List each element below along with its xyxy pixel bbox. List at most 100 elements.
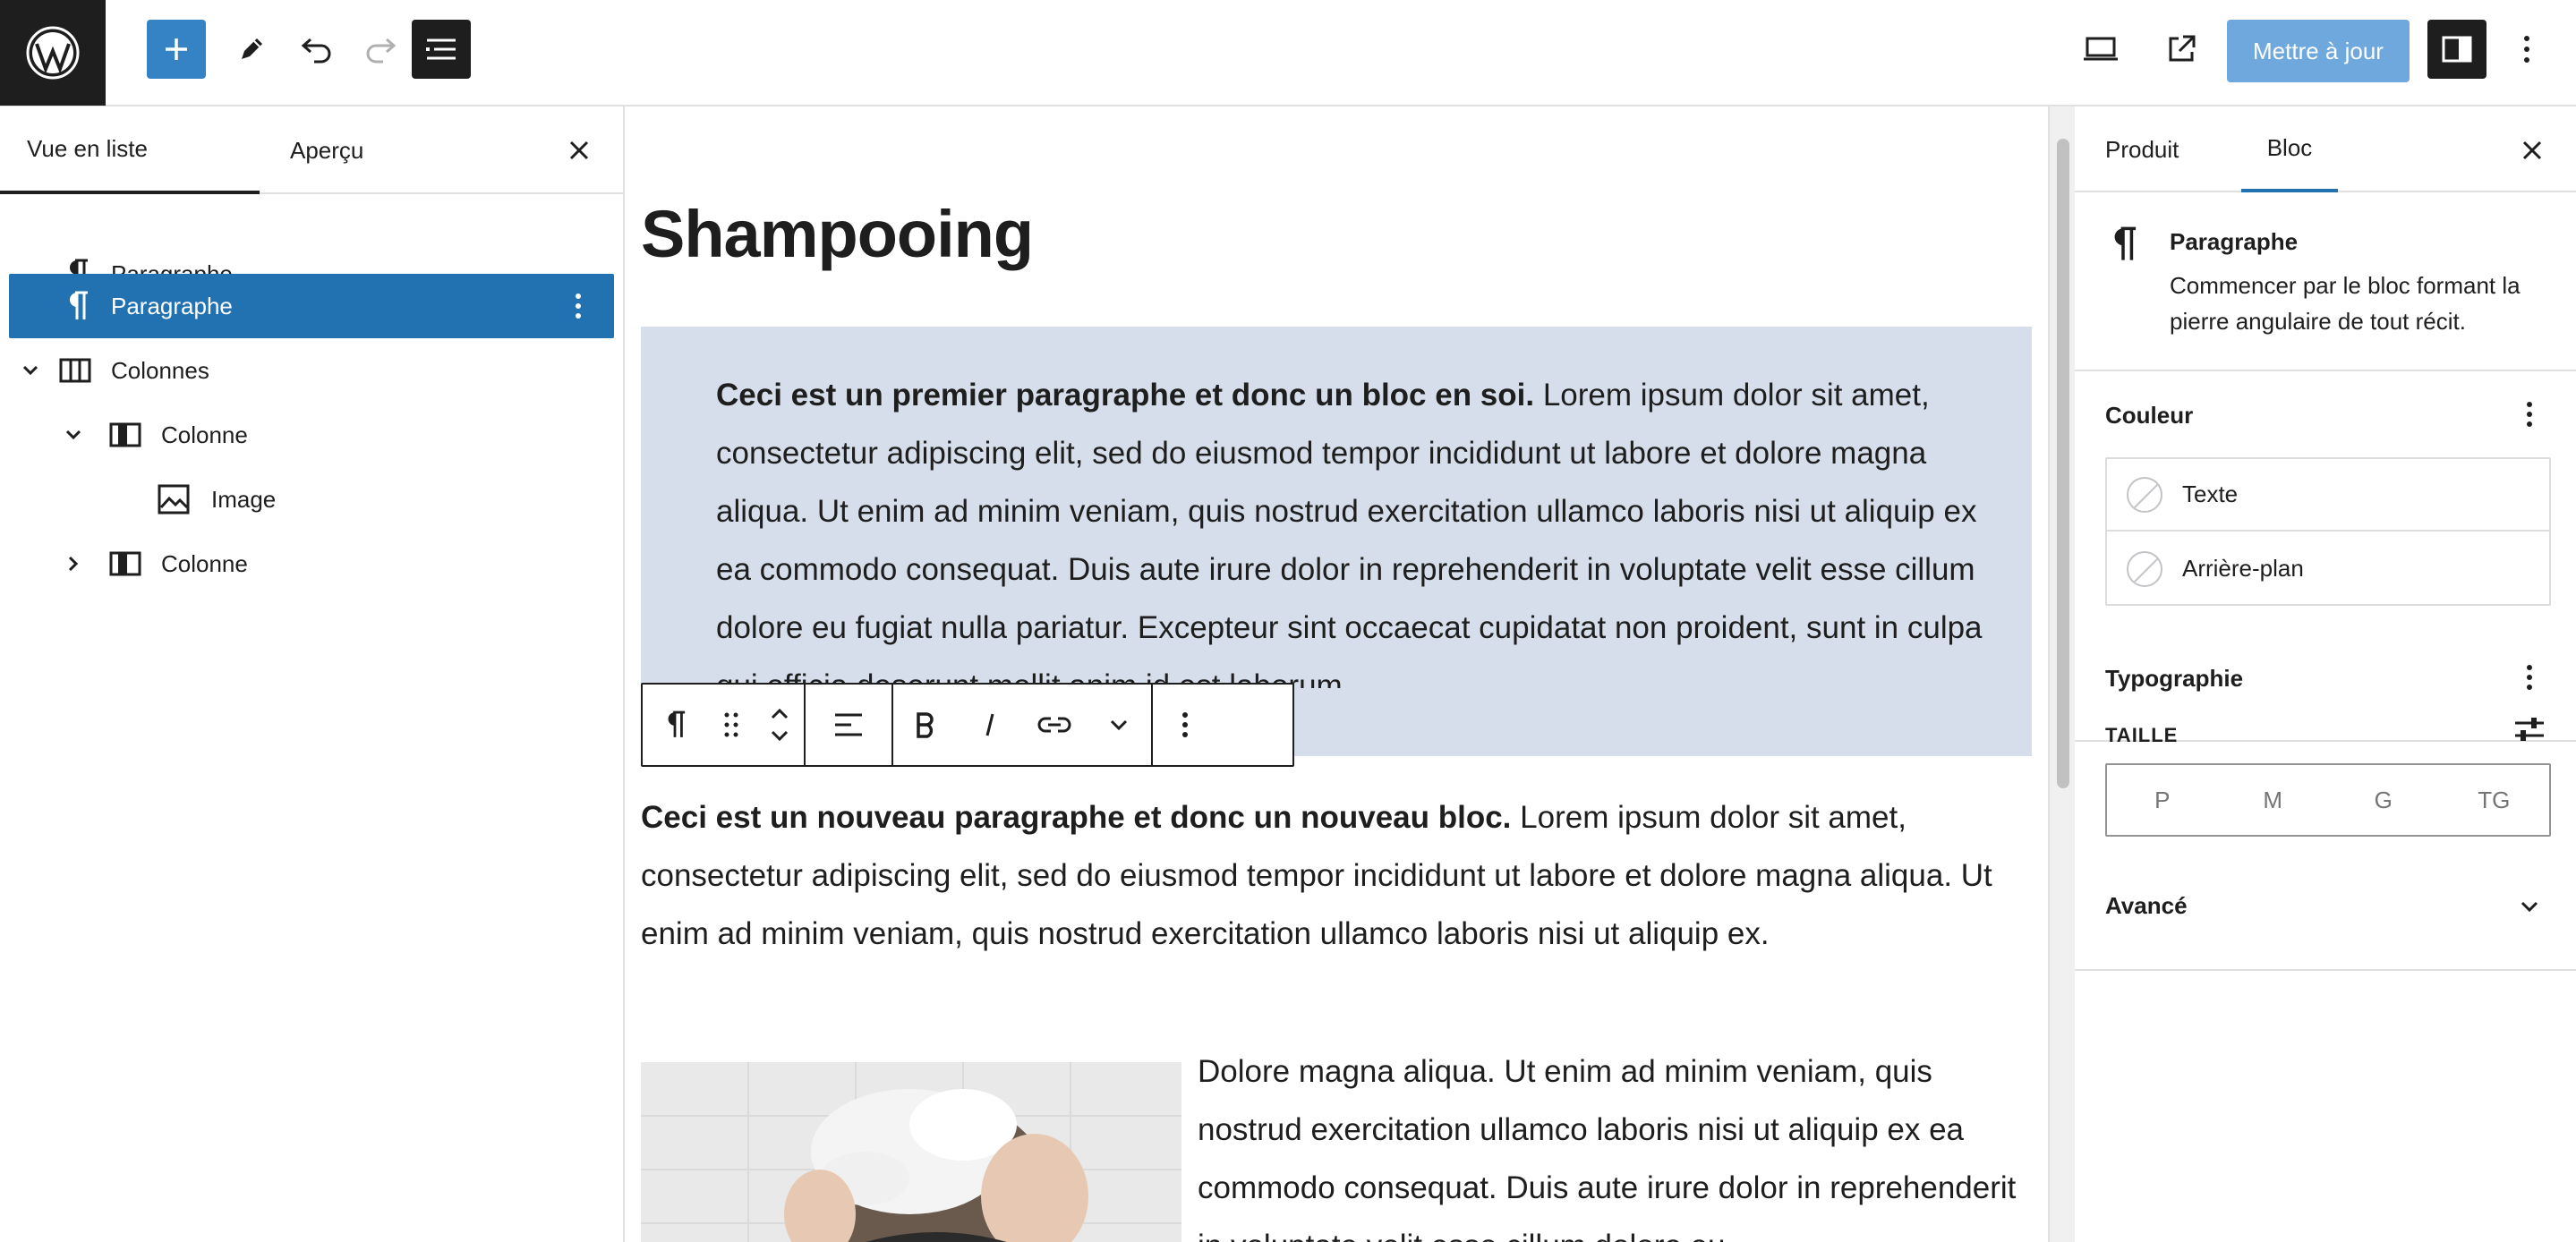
block-toolbar-group-format [893, 685, 1153, 765]
close-icon [2522, 140, 2542, 160]
canvas-scrollbar[interactable] [2048, 106, 2075, 1242]
tab-list-view[interactable]: Vue en liste [0, 106, 260, 194]
more-vertical-icon [2527, 402, 2532, 427]
color-panel-title[interactable]: Couleur [2105, 402, 2193, 430]
post-title[interactable]: Shampooing [641, 196, 1034, 272]
paragraph-block-2[interactable]: Ceci est un nouveau paragraphe et donc u… [641, 788, 2037, 963]
font-size-small[interactable]: P [2107, 765, 2218, 835]
list-item-columns[interactable]: Colonnes [9, 338, 614, 403]
update-button[interactable]: Mettre à jour [2227, 20, 2410, 82]
tab-block[interactable]: Bloc [2241, 106, 2338, 192]
columns-icon [57, 353, 93, 388]
close-settings-button[interactable] [2515, 133, 2549, 167]
list-view-tabs: Vue en liste Aperçu [0, 106, 623, 194]
paragraph-text: Lorem ipsum dolor sit amet, consectetur … [716, 378, 1983, 688]
pencil-icon [242, 38, 262, 59]
typography-panel-title[interactable]: Typographie [2105, 665, 2243, 693]
more-vertical-icon [2527, 665, 2532, 690]
font-size-large[interactable]: G [2328, 765, 2439, 835]
drag-handle-icon [724, 712, 738, 737]
color-settings-group: Texte Arrière-plan [2105, 457, 2551, 606]
tab-product[interactable]: Produit [2105, 106, 2179, 192]
add-block-button[interactable] [147, 20, 206, 79]
desktop-icon [2084, 37, 2118, 61]
list-item-image[interactable]: Image [9, 467, 614, 532]
font-size-picker: P M G TG [2105, 763, 2551, 837]
block-type-button[interactable] [643, 685, 707, 765]
background-color-label: Arrière-plan [2182, 555, 2304, 582]
column-icon [107, 417, 143, 453]
list-item-label: Colonne [161, 421, 248, 448]
chevron-down-icon [1110, 719, 1128, 731]
block-options-button[interactable] [1153, 685, 1217, 765]
plus-icon [166, 38, 187, 60]
link-icon [1037, 717, 1071, 733]
tab-outline[interactable]: Aperçu [263, 106, 390, 194]
list-item-paragraph-selected[interactable]: Paragraphe [9, 274, 614, 338]
settings-button[interactable] [2427, 20, 2486, 79]
list-item-column[interactable]: Colonne [9, 403, 614, 467]
shampoo-photo [641, 1062, 1181, 1242]
italic-button[interactable] [958, 685, 1022, 765]
list-item-column-collapsed[interactable]: Colonne [9, 532, 614, 596]
redo-button[interactable] [351, 20, 410, 79]
custom-size-button[interactable] [2513, 715, 2546, 747]
advanced-panel-title[interactable]: Avancé [2105, 892, 2188, 920]
wordpress-logo-icon[interactable] [0, 0, 106, 106]
close-icon [569, 140, 589, 160]
more-vertical-icon [2524, 36, 2529, 63]
move-up-icon[interactable] [770, 708, 789, 720]
block-toolbar-group-align [806, 685, 893, 765]
bold-button[interactable] [893, 685, 958, 765]
block-mover [755, 685, 804, 765]
align-icon [835, 713, 862, 736]
font-size-extra-large[interactable]: TG [2439, 765, 2550, 835]
link-button[interactable] [1022, 685, 1087, 765]
text-color-item[interactable]: Texte [2107, 459, 2549, 532]
close-list-view-button[interactable] [562, 133, 596, 167]
paragraph-block-1[interactable]: Ceci est un premier paragraphe et donc u… [716, 366, 1987, 688]
block-toolbar [641, 683, 1294, 767]
list-item-label: Colonnes [111, 356, 209, 384]
move-down-icon[interactable] [770, 729, 789, 742]
color-options-button[interactable] [2513, 398, 2546, 430]
settings-sliders-icon [2515, 718, 2544, 741]
settings-tabs: Produit Bloc [2075, 106, 2576, 192]
block-options-button[interactable] [562, 290, 594, 322]
align-button[interactable] [806, 685, 891, 765]
font-size-medium[interactable]: M [2218, 765, 2329, 835]
view-post-button[interactable] [2152, 20, 2211, 79]
editor-canvas[interactable]: Shampooing Ceci est un premier paragraph… [627, 106, 2048, 1242]
paragraph-icon [59, 288, 95, 324]
undo-button[interactable] [287, 20, 346, 79]
column-icon [107, 546, 143, 582]
list-item-label: Paragraphe [111, 292, 233, 319]
list-item-label: Colonne [161, 549, 248, 577]
more-formats-button[interactable] [1087, 685, 1151, 765]
options-button[interactable] [2497, 20, 2556, 79]
redo-icon [366, 38, 397, 64]
chevron-down-icon[interactable] [18, 358, 43, 383]
background-color-item[interactable]: Arrière-plan [2107, 532, 2549, 605]
list-view-icon [426, 38, 456, 60]
shampoo-image[interactable] [641, 1062, 1181, 1242]
preview-button[interactable] [2071, 20, 2130, 79]
settings-sidebar: Produit Bloc Paragraphe Commencer par le… [2075, 106, 2576, 1242]
drag-handle-button[interactable] [707, 685, 755, 765]
typography-options-button[interactable] [2513, 661, 2546, 693]
more-vertical-icon [1182, 712, 1188, 737]
advanced-toggle[interactable] [2513, 890, 2546, 923]
chevron-down-icon[interactable] [61, 422, 86, 447]
scrollbar-thumb[interactable] [2057, 139, 2069, 788]
paragraph-icon [2114, 226, 2137, 260]
list-view-button[interactable] [412, 20, 471, 79]
paragraph-bold-text: Ceci est un nouveau paragraphe et donc u… [641, 800, 1512, 835]
more-vertical-icon [576, 293, 581, 319]
chevron-right-icon[interactable] [61, 551, 86, 576]
column-paragraph-block[interactable]: Dolore magna aliqua. Ut enim ad minim ve… [1198, 1042, 2021, 1242]
paragraph-bold-text: Ceci est un premier paragraphe et donc u… [716, 378, 1535, 413]
tools-button[interactable] [222, 20, 281, 79]
chevron-down-icon [2521, 901, 2538, 913]
block-toolbar-group-options [1153, 685, 1217, 765]
paragraph-icon [668, 710, 686, 737]
